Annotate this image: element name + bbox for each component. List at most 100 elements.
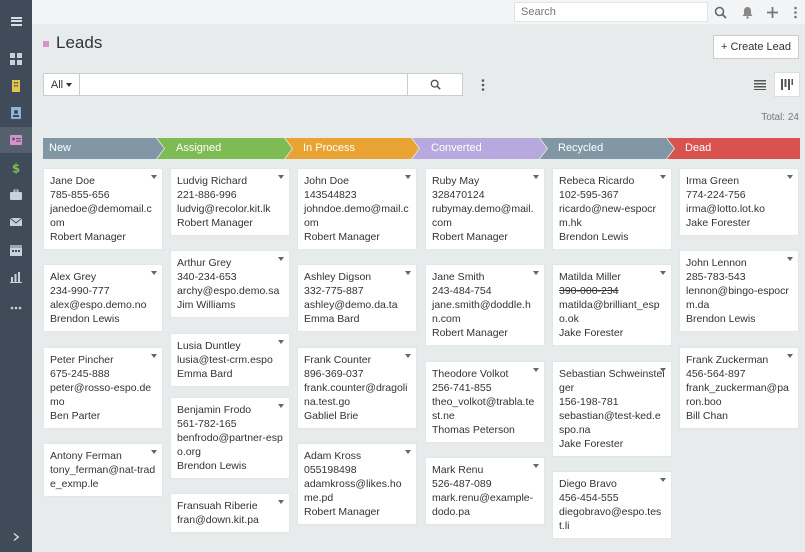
sidebar-item-emails[interactable] bbox=[0, 209, 32, 235]
card-menu-caret-icon[interactable] bbox=[787, 354, 793, 358]
card-name[interactable]: Jane Smith bbox=[432, 270, 538, 284]
card-field: Robert Manager bbox=[177, 217, 253, 229]
card-menu-caret-icon[interactable] bbox=[405, 175, 411, 179]
kanban-card[interactable]: Rebeca Ricardo 102-595-367 ricardo@new-esp… bbox=[552, 168, 672, 250]
kanban-view-button[interactable] bbox=[774, 72, 800, 97]
card-menu-caret-icon[interactable] bbox=[278, 257, 284, 261]
card-menu-caret-icon[interactable] bbox=[278, 404, 284, 408]
card-name[interactable]: Ashley Digson bbox=[304, 270, 410, 284]
card-name[interactable]: Peter Pincher bbox=[50, 353, 156, 367]
card-menu-caret-icon[interactable] bbox=[660, 478, 666, 482]
sidebar-item-opportunities[interactable]: $ bbox=[0, 155, 32, 181]
card-name[interactable]: Alex Grey bbox=[50, 270, 156, 284]
list-view-button[interactable] bbox=[747, 72, 773, 97]
card-menu-caret-icon[interactable] bbox=[533, 175, 539, 179]
kanban-card[interactable]: Irma Green 774-224-756 irma@lotto.lot.ko Ja… bbox=[679, 168, 799, 236]
card-menu-caret-icon[interactable] bbox=[660, 271, 666, 275]
kanban-card[interactable]: Ludvig Richard 221-886-996 ludvig@recolor.… bbox=[170, 168, 290, 236]
kanban-card[interactable]: Mark Renu 526-487-089 mark.renu@example-do… bbox=[425, 457, 545, 525]
sidebar-item-home[interactable] bbox=[0, 46, 32, 72]
sidebar-item-cases[interactable] bbox=[0, 182, 32, 208]
kanban-card[interactable]: Peter Pincher 675-245-888 peter@rosso-espo… bbox=[43, 347, 163, 429]
card-name[interactable]: Benjamin Frodo bbox=[177, 403, 283, 417]
sidebar-item-calendar[interactable] bbox=[0, 237, 32, 263]
card-name[interactable]: Rebeca Ricardo bbox=[559, 174, 665, 188]
card-name[interactable]: Jane Doe bbox=[50, 174, 156, 188]
kanban-card[interactable]: Jane Smith 243-484-754 jane.smith@doddle.h… bbox=[425, 264, 545, 346]
search-button[interactable] bbox=[711, 3, 729, 21]
card-name[interactable]: Ludvig Richard bbox=[177, 174, 283, 188]
card-name[interactable]: Ruby May bbox=[432, 174, 538, 188]
kanban-card[interactable]: Matilda Miller 390-000-234 matilda@brillia… bbox=[552, 264, 672, 346]
kanban-card[interactable]: Antony Ferman tony_ferman@nat-trade_exmp.… bbox=[43, 443, 163, 497]
card-menu-caret-icon[interactable] bbox=[278, 340, 284, 344]
card-field: Robert Manager bbox=[304, 231, 380, 243]
kanban-card[interactable]: John Lennon 285-783-543 lennon@bingo-espoc… bbox=[679, 250, 799, 332]
kanban-card[interactable]: Arthur Grey 340-234-653 archy@espo.demo.sa… bbox=[170, 250, 290, 318]
card-menu-caret-icon[interactable] bbox=[151, 271, 157, 275]
card-menu-caret-icon[interactable] bbox=[405, 450, 411, 454]
card-name[interactable]: Sebastian Schweinsteiger bbox=[559, 367, 665, 395]
quick-create-button[interactable] bbox=[763, 3, 781, 21]
kanban-card[interactable]: John Doe 143544823 johndoe.demo@mail.com Ro… bbox=[297, 168, 417, 250]
card-menu-caret-icon[interactable] bbox=[533, 368, 539, 372]
card-menu-caret-icon[interactable] bbox=[660, 368, 666, 372]
card-menu-caret-icon[interactable] bbox=[787, 257, 793, 261]
chevron-right-icon bbox=[12, 532, 19, 542]
create-lead-button[interactable]: + Create Lead bbox=[713, 35, 799, 59]
kanban-card[interactable]: Alex Grey 234-990-777 alex@espo.demo.no Bre… bbox=[43, 264, 163, 332]
kanban-card[interactable]: Frank Counter 896-369-037 frank.counter@dr… bbox=[297, 347, 417, 429]
sidebar-item-more[interactable] bbox=[0, 295, 32, 321]
filter-preset-dropdown[interactable]: All bbox=[43, 73, 80, 96]
kanban-card[interactable]: Frank Zuckerman 456-564-897 frank_zuckerma… bbox=[679, 347, 799, 429]
card-name[interactable]: Frank Counter bbox=[304, 353, 410, 367]
kanban-card[interactable]: Ashley Digson 332-775-887 ashley@demo.da.t… bbox=[297, 264, 417, 332]
card-name[interactable]: Theodore Volkot bbox=[432, 367, 538, 381]
sidebar-item-accounts[interactable] bbox=[0, 73, 32, 99]
card-menu-caret-icon[interactable] bbox=[278, 500, 284, 504]
card-name[interactable]: Diego Bravo bbox=[559, 477, 665, 491]
card-name[interactable]: Fransuah Riberie bbox=[177, 499, 283, 513]
card-menu-caret-icon[interactable] bbox=[405, 271, 411, 275]
text-filter-input[interactable] bbox=[79, 73, 408, 96]
card-name[interactable]: Adam Kross bbox=[304, 449, 410, 463]
kanban-card[interactable]: Adam Kross 055198498 adamkross@likes.home.… bbox=[297, 443, 417, 525]
menu-toggle-button[interactable] bbox=[0, 8, 32, 34]
global-search-input[interactable] bbox=[514, 2, 708, 22]
card-menu-caret-icon[interactable] bbox=[533, 271, 539, 275]
card-menu-caret-icon[interactable] bbox=[278, 175, 284, 179]
kanban-card[interactable]: Fransuah Riberie fran@down.kit.pa bbox=[170, 493, 290, 533]
filter-more-button[interactable] bbox=[474, 73, 492, 96]
kanban-card[interactable]: Benjamin Frodo 561-782-165 benfrodo@partne… bbox=[170, 397, 290, 479]
kanban-card[interactable]: Diego Bravo 456-454-555 diegobravo@espo.te… bbox=[552, 471, 672, 539]
card-name[interactable]: Mark Renu bbox=[432, 463, 538, 477]
card-name[interactable]: Arthur Grey bbox=[177, 256, 283, 270]
kanban-card[interactable]: Jane Doe 785-855-656 janedoe@demomail.com R… bbox=[43, 168, 163, 250]
card-menu-caret-icon[interactable] bbox=[151, 175, 157, 179]
card-menu-caret-icon[interactable] bbox=[151, 354, 157, 358]
card-menu-caret-icon[interactable] bbox=[787, 175, 793, 179]
kanban-card[interactable]: Theodore Volkot 256-741-855 theo_volkot@tr… bbox=[425, 361, 545, 443]
notifications-button[interactable] bbox=[738, 3, 756, 21]
sidebar-item-reports[interactable] bbox=[0, 264, 32, 290]
card-name[interactable]: Antony Ferman bbox=[50, 449, 156, 463]
card-field: rubymay.demo@mail.com bbox=[432, 203, 534, 229]
kanban-card[interactable]: Lusia Duntley lusia@test-crm.espo Emma Bar… bbox=[170, 333, 290, 387]
card-name[interactable]: Irma Green bbox=[686, 174, 792, 188]
card-name[interactable]: Frank Zuckerman bbox=[686, 353, 792, 367]
user-menu-button[interactable] bbox=[786, 3, 804, 21]
card-menu-caret-icon[interactable] bbox=[151, 450, 157, 454]
card-menu-caret-icon[interactable] bbox=[405, 354, 411, 358]
kanban-card[interactable]: Sebastian Schweinsteiger 156-198-781 sebas… bbox=[552, 361, 672, 457]
card-name[interactable]: John Doe bbox=[304, 174, 410, 188]
sidebar-item-contacts[interactable] bbox=[0, 100, 32, 126]
card-name[interactable]: Lusia Duntley bbox=[177, 339, 283, 353]
card-name[interactable]: John Lennon bbox=[686, 256, 792, 270]
kanban-card[interactable]: Ruby May 328470124 rubymay.demo@mail.com Ro… bbox=[425, 168, 545, 250]
card-name[interactable]: Matilda Miller bbox=[559, 270, 665, 284]
sidebar-collapse-button[interactable] bbox=[0, 528, 32, 546]
filter-search-button[interactable] bbox=[407, 73, 463, 96]
card-menu-caret-icon[interactable] bbox=[533, 464, 539, 468]
card-menu-caret-icon[interactable] bbox=[660, 175, 666, 179]
sidebar-item-leads[interactable] bbox=[0, 127, 32, 153]
